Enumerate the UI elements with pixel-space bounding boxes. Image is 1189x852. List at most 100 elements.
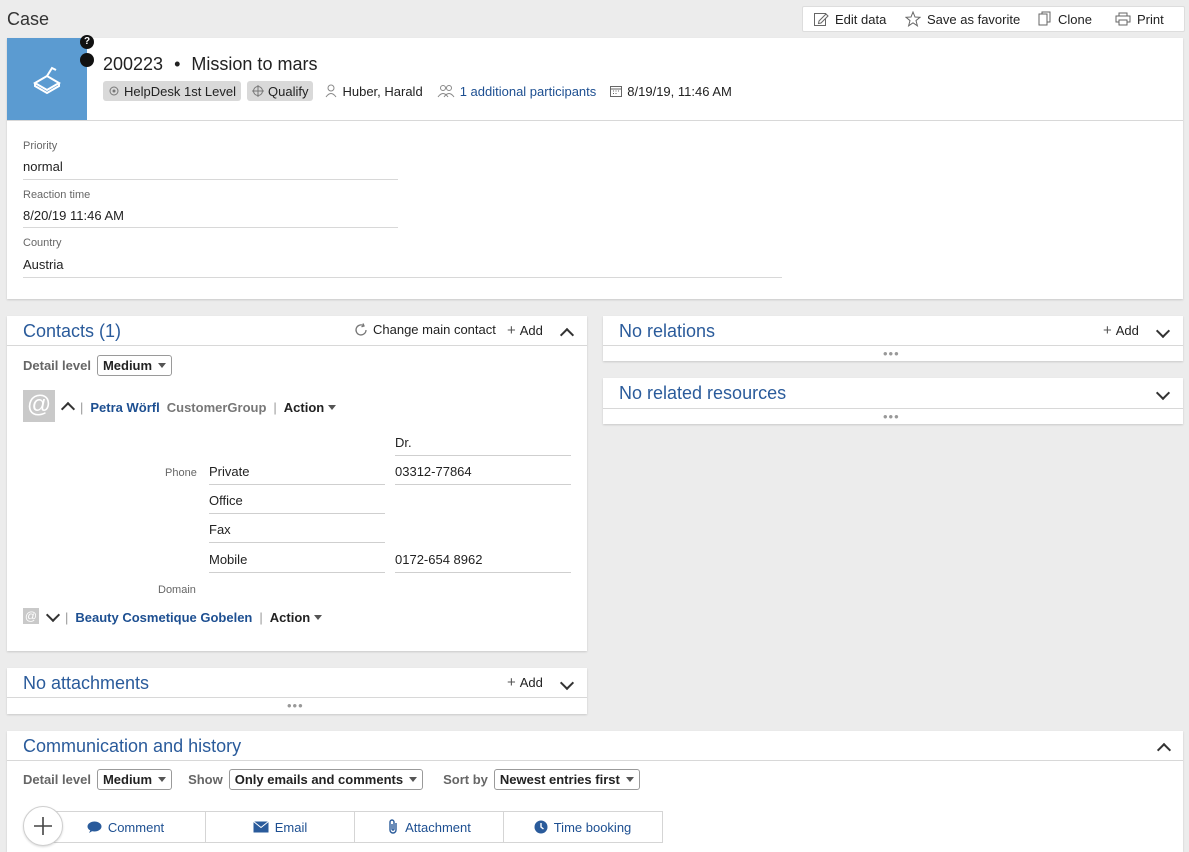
company-action-label: Action <box>269 610 311 625</box>
company-email-icon: @ <box>23 608 39 624</box>
notification-dot-icon[interactable] <box>80 53 94 67</box>
country-label: Country <box>23 237 62 249</box>
contact-separator: | <box>80 400 84 415</box>
attachment-button[interactable]: Attachment <box>355 812 504 842</box>
priority-value[interactable]: normal <box>23 159 63 174</box>
history-actions-bar: Comment Email Attachment Time booking <box>45 811 663 843</box>
relations-title[interactable]: No relations <box>619 321 715 342</box>
country-value[interactable]: Austria <box>23 257 63 272</box>
company-separator-2: | <box>259 610 263 625</box>
save-favorite-button[interactable]: Save as favorite <box>905 7 1020 31</box>
contact-person-name[interactable]: Petra Wörfl <box>90 400 159 415</box>
sort-dropdown[interactable]: Newest entries first <box>493 769 640 790</box>
clone-icon <box>1038 11 1051 26</box>
target-icon <box>252 85 264 97</box>
change-main-contact-button[interactable]: Change main contact <box>354 322 496 337</box>
phone-number-mobile[interactable]: 0172-654 8962 <box>395 552 482 567</box>
owner[interactable]: Huber, Harald <box>325 84 423 99</box>
resources-title[interactable]: No related resources <box>619 383 786 404</box>
chevron-up-icon <box>1156 742 1172 758</box>
print-label: Print <box>1137 11 1164 27</box>
relations-panel: No relations + Add ••• <box>603 316 1183 361</box>
contacts-add-button[interactable]: + Add <box>507 322 543 339</box>
domain-label: Domain <box>158 584 196 596</box>
add-entry-button[interactable] <box>23 806 63 846</box>
refresh-icon <box>355 322 367 336</box>
participants-icon <box>437 85 455 98</box>
phone-row-line <box>209 572 385 573</box>
sort-value: Newest entries first <box>499 772 620 787</box>
phone-row-line <box>209 513 385 514</box>
contact-collapse-button[interactable] <box>60 398 76 417</box>
chip-qualify[interactable]: Qualify <box>247 81 314 101</box>
company-name[interactable]: Beauty Cosmetique Gobelen <box>75 610 252 625</box>
edit-data-label: Edit data <box>835 11 887 27</box>
chevron-down-icon <box>1155 323 1171 339</box>
relations-more-dots[interactable]: ••• <box>883 346 900 361</box>
relations-expand-button[interactable] <box>1155 323 1171 339</box>
contact-action-label: Action <box>283 400 325 415</box>
history-collapse-button[interactable] <box>1156 742 1172 758</box>
clone-label: Clone <box>1058 11 1092 27</box>
comment-icon <box>87 821 102 833</box>
participants-link[interactable]: 1 additional participants <box>437 83 597 99</box>
detail-level-dropdown[interactable]: Medium <box>96 355 173 376</box>
toolbar: Edit data Save as favorite Clone Print <box>802 6 1185 32</box>
plus-icon: + <box>507 322 516 339</box>
contact-person-group: CustomerGroup <box>166 400 267 415</box>
attachments-title[interactable]: No attachments <box>23 673 149 694</box>
time-booking-button[interactable]: Time booking <box>504 812 661 842</box>
detail-level-value: Medium <box>102 358 153 373</box>
print-button[interactable]: Print <box>1115 7 1164 31</box>
case-box-icon <box>33 66 61 94</box>
created-date-value: 8/19/19, 11:46 AM <box>627 83 732 99</box>
attachment-label: Attachment <box>405 819 471 835</box>
company-action-menu[interactable]: Action <box>269 610 323 625</box>
phone-row-line <box>209 484 385 485</box>
show-value: Only emails and comments <box>234 772 404 787</box>
chevron-down-icon <box>559 675 575 691</box>
attachments-expand-button[interactable] <box>559 675 575 691</box>
participants-label: 1 additional participants <box>459 83 597 99</box>
clock-icon <box>534 820 548 834</box>
history-detail-level-dropdown[interactable]: Medium <box>96 769 173 790</box>
phone-number-private[interactable]: 03312-77864 <box>395 464 472 479</box>
calendar-icon <box>610 86 623 97</box>
comment-label: Comment <box>107 819 165 835</box>
contacts-collapse-button[interactable] <box>559 327 575 343</box>
reaction-time-value[interactable]: 8/20/19 11:46 AM <box>23 208 124 223</box>
reaction-time-underline <box>23 227 398 228</box>
email-avatar-icon: @ <box>23 390 55 422</box>
company-expand-button[interactable] <box>45 607 61 627</box>
priority-label: Priority <box>23 140 58 152</box>
relations-add-button[interactable]: + Add <box>1103 322 1139 339</box>
phone-type-private: Private <box>209 464 250 479</box>
resources-more-dots[interactable]: ••• <box>883 409 900 424</box>
email-icon <box>252 821 269 833</box>
show-label: Show <box>188 772 223 787</box>
history-title-divider <box>7 760 1183 761</box>
resources-expand-button[interactable] <box>1155 385 1171 401</box>
chevron-up-icon <box>60 401 76 417</box>
contacts-title[interactable]: Contacts (1) <box>23 321 121 342</box>
help-icon[interactable]: ? <box>80 35 94 49</box>
clone-button[interactable]: Clone <box>1038 7 1092 31</box>
chip-helpdesk[interactable]: HelpDesk 1st Level <box>103 81 241 101</box>
caret-down-icon <box>625 777 634 782</box>
attachments-more-dots[interactable]: ••• <box>287 698 304 713</box>
contact-action-menu[interactable]: Action <box>283 400 337 415</box>
comment-button[interactable]: Comment <box>46 812 206 842</box>
attachments-add-button[interactable]: + Add <box>507 674 543 691</box>
show-dropdown[interactable]: Only emails and comments <box>228 769 424 790</box>
sort-label: Sort by <box>443 772 488 787</box>
edit-data-button[interactable]: Edit data <box>813 7 886 31</box>
history-title[interactable]: Communication and history <box>23 736 241 757</box>
history-detail-level-value: Medium <box>102 772 153 787</box>
chevron-down-icon <box>1155 385 1171 401</box>
phone-row-line <box>209 542 385 543</box>
salutation-value[interactable]: Dr. <box>395 435 412 450</box>
case-title: Mission to mars <box>191 54 318 74</box>
phone-type-office: Office <box>209 493 243 508</box>
email-button[interactable]: Email <box>206 812 355 842</box>
case-header-panel: ? 200223 • Mission to mars HelpDesk 1st … <box>7 35 1183 299</box>
